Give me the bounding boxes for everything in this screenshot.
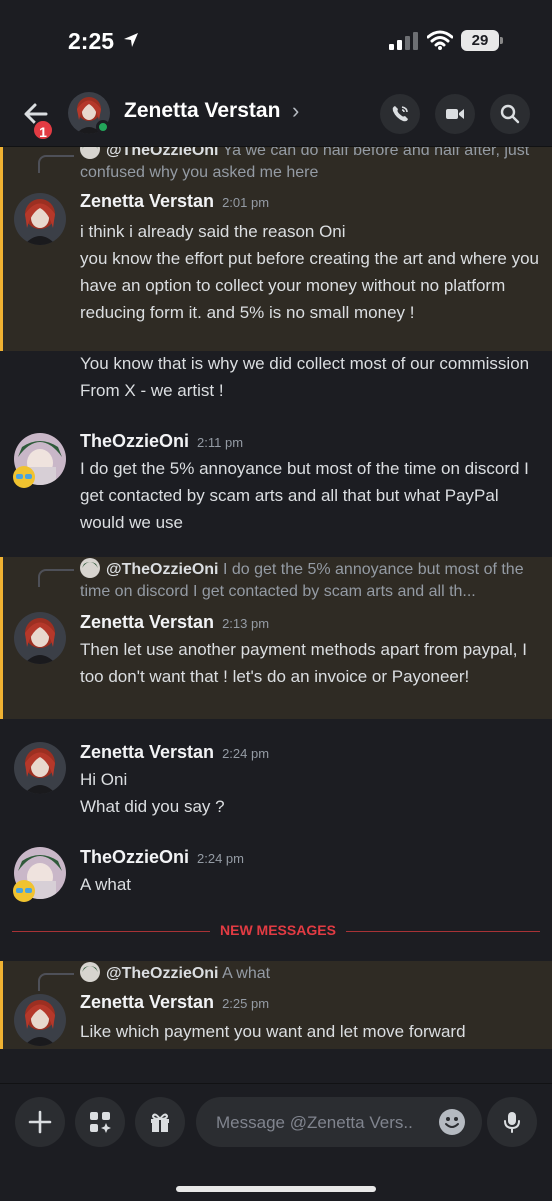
wifi-icon bbox=[427, 30, 453, 50]
avatar[interactable] bbox=[14, 994, 66, 1046]
author-name: Zenetta Verstan bbox=[80, 742, 215, 762]
message-text: you know the effort put before creating … bbox=[80, 249, 539, 322]
status-emoji-icon bbox=[12, 879, 36, 903]
gift-icon bbox=[151, 1113, 169, 1132]
author-name: Zenetta Verstan bbox=[80, 992, 215, 1012]
message-composer bbox=[0, 1083, 552, 1201]
emoji-icon[interactable] bbox=[439, 1109, 465, 1135]
message-text: I do get the 5% annoyance but most of th… bbox=[80, 459, 529, 532]
message-timestamp: 2:01 pm bbox=[222, 195, 270, 210]
message-timestamp: 2:24 pm bbox=[197, 851, 244, 866]
message-author[interactable]: TheOzzieOni 2:24 pm bbox=[80, 847, 244, 868]
new-messages-label: NEW MESSAGES bbox=[210, 922, 346, 938]
reply-text: A what bbox=[218, 965, 271, 982]
message-text: You know that is why we did collect most… bbox=[80, 354, 530, 400]
microphone-icon bbox=[504, 1112, 520, 1133]
cellular-signal-icon bbox=[389, 32, 418, 50]
battery-indicator: 29 bbox=[461, 30, 503, 51]
home-indicator bbox=[176, 1186, 376, 1192]
reply-author: @TheOzzieOni bbox=[106, 965, 219, 982]
reply-preview-wrap bbox=[80, 558, 540, 602]
avatar[interactable] bbox=[14, 193, 66, 245]
author-name: TheOzzieOni bbox=[80, 431, 190, 451]
reply-connector bbox=[38, 569, 74, 587]
message-author[interactable]: Zenetta Verstan 2:25 pm bbox=[80, 992, 269, 1013]
message-author[interactable]: TheOzzieOni 2:11 pm bbox=[80, 431, 243, 452]
message-input[interactable] bbox=[214, 1097, 433, 1149]
gift-button[interactable] bbox=[135, 1097, 185, 1147]
message-text: Then let use another payment methods apa… bbox=[80, 640, 527, 686]
apps-icon bbox=[90, 1112, 111, 1133]
message-author[interactable]: Zenetta Verstan 2:24 pm bbox=[80, 742, 269, 763]
reply-connector bbox=[38, 155, 74, 173]
chevron-right-icon[interactable]: › bbox=[292, 98, 299, 124]
search-icon bbox=[500, 104, 520, 124]
status-bar: 2:25 29 bbox=[0, 0, 552, 82]
chat-header: 1 Zenetta Verstan › bbox=[0, 82, 552, 147]
reply-author: @TheOzzieOni bbox=[106, 147, 219, 159]
message-list[interactable]: @TheOzzieOni Ya we can do half before an… bbox=[0, 147, 552, 1082]
message-timestamp: 2:13 pm bbox=[222, 616, 270, 631]
message-author[interactable]: Zenetta Verstan 2:01 pm bbox=[80, 191, 269, 212]
message-timestamp: 2:24 pm bbox=[222, 746, 270, 761]
message-text: What did you say ? bbox=[80, 797, 225, 816]
message-author[interactable]: Zenetta Verstan 2:13 pm bbox=[80, 612, 269, 633]
apps-button[interactable] bbox=[75, 1097, 125, 1147]
voice-call-button[interactable] bbox=[380, 94, 420, 134]
status-emoji-icon bbox=[12, 465, 36, 489]
phone-icon bbox=[392, 106, 408, 122]
video-icon bbox=[446, 109, 464, 119]
avatar[interactable] bbox=[14, 742, 66, 794]
status-time: 2:25 bbox=[68, 28, 115, 54]
online-status-indicator bbox=[96, 120, 110, 134]
reply-preview[interactable]: @TheOzzieOni Ya we can do half before an… bbox=[80, 147, 540, 184]
message-timestamp: 2:25 pm bbox=[222, 996, 270, 1011]
message-text: A what bbox=[80, 875, 132, 894]
reply-preview[interactable]: @TheOzzieOni A what bbox=[80, 962, 540, 985]
reply-avatar bbox=[80, 147, 100, 159]
page-title[interactable]: Zenetta Verstan bbox=[124, 99, 280, 123]
message-text: Like which payment you want and let move… bbox=[80, 1022, 466, 1041]
message-text: i think i already said the reason Oni bbox=[80, 222, 346, 241]
avatar[interactable] bbox=[14, 612, 66, 664]
message-input-container[interactable] bbox=[196, 1097, 482, 1149]
message-text: Hi Oni bbox=[80, 770, 128, 789]
reply-avatar bbox=[80, 962, 100, 982]
location-arrow-icon bbox=[124, 33, 138, 47]
voice-message-button[interactable] bbox=[487, 1097, 537, 1147]
author-name: TheOzzieOni bbox=[80, 847, 190, 867]
plus-icon bbox=[28, 1110, 52, 1134]
message-timestamp: 2:11 pm bbox=[197, 435, 244, 450]
video-call-button[interactable] bbox=[435, 94, 475, 134]
author-name: Zenetta Verstan bbox=[80, 191, 215, 211]
reply-connector bbox=[38, 973, 74, 991]
author-name: Zenetta Verstan bbox=[80, 612, 215, 632]
notification-badge: 1 bbox=[32, 119, 54, 141]
attach-button[interactable] bbox=[15, 1097, 65, 1147]
search-button[interactable] bbox=[490, 94, 530, 134]
